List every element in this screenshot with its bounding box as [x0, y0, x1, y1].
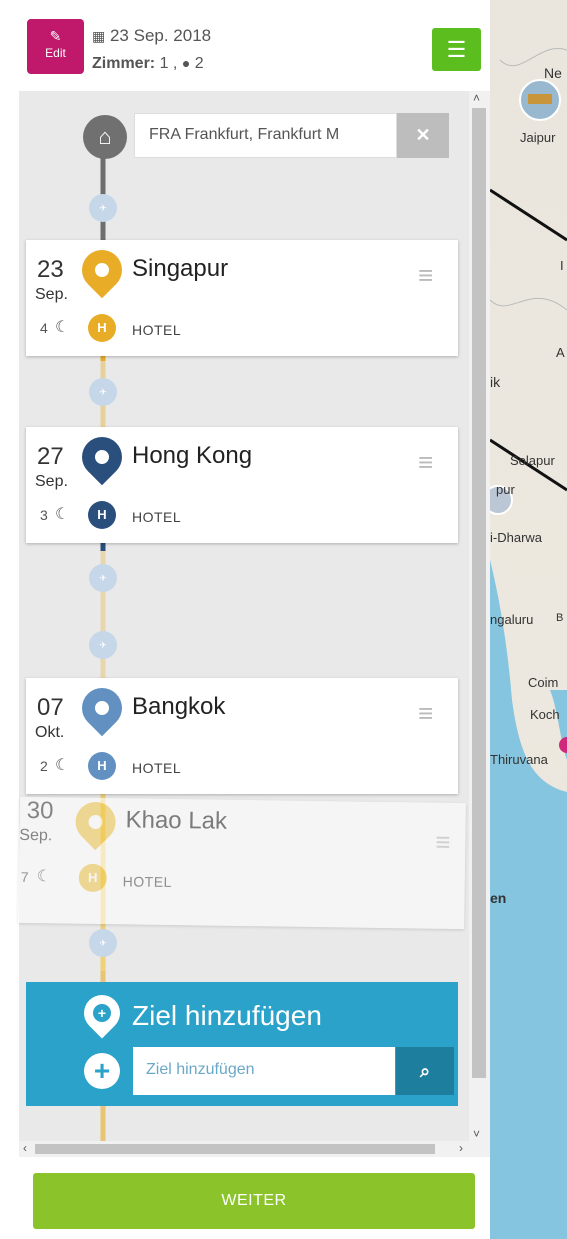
moon-icon: ☾ [55, 319, 70, 336]
stop-day: 30 [26, 796, 54, 825]
plus-icon[interactable]: + [84, 1053, 120, 1089]
person-icon: ● [181, 55, 191, 71]
moon-icon: ☾ [55, 506, 70, 523]
drag-handle-icon[interactable]: ≡ [435, 827, 451, 858]
scroll-down-icon[interactable]: ˅ [473, 1127, 480, 1141]
rooms-label: Zimmer: [92, 55, 156, 72]
moon-icon: ☾ [36, 868, 52, 886]
hotel-label[interactable]: HOTEL [132, 322, 181, 338]
hotel-icon: H [78, 863, 107, 893]
rooms-value: 1 , [159, 55, 178, 72]
flight-icon: ✈ [89, 378, 117, 406]
search-button[interactable]: ⌕ [396, 1047, 454, 1095]
trip-header: ✎ Edit ▦ 23 Sep. 2018 Zimmer: 1 , ● 2 ☰ [0, 0, 490, 90]
hotel-icon: H [88, 314, 116, 342]
map-label: pur [496, 482, 515, 497]
drag-handle-icon[interactable]: ≡ [418, 447, 433, 478]
location-pin-icon [67, 793, 124, 851]
pencil-icon: ✎ [49, 28, 62, 44]
flight-icon: ✈ [89, 564, 117, 592]
flight-icon: ✈ [89, 194, 117, 222]
destination-input[interactable]: Ziel hinzufügen [133, 1047, 395, 1095]
scroll-left-icon[interactable]: ‹ [23, 1141, 27, 1155]
location-pin-icon [73, 241, 131, 299]
origin-input[interactable]: FRA Frankfurt, Frankfurt M [134, 113, 397, 158]
map-label: i-Dharwa [490, 530, 543, 545]
hotel-icon: H [88, 752, 116, 780]
stop-day: 23 [37, 256, 64, 283]
stop-city[interactable]: Bangkok [132, 693, 225, 721]
map-view[interactable]: Ne Jaipur Solapur pur i-Dharwa ngaluru B… [490, 0, 567, 1239]
map-label: ik [490, 374, 501, 390]
stop-month: Sep. [35, 286, 68, 303]
hotel-icon: H [88, 501, 116, 529]
edit-label: Edit [45, 46, 66, 60]
vertical-scrollbar[interactable]: ˄ ˅ [469, 91, 490, 1157]
map-label: I [560, 258, 564, 273]
map-label: Solapur [510, 453, 555, 468]
stop-month: Sep. [19, 826, 53, 845]
location-pin-icon [73, 428, 131, 486]
stop-nights: 3 [40, 507, 48, 523]
search-icon: ⌕ [419, 1061, 431, 1081]
calendar-icon: ▦ [92, 28, 106, 44]
map-label: Ne [544, 65, 562, 81]
stop-month: Okt. [35, 724, 65, 741]
stop-nights: 7 [20, 868, 29, 886]
rooms-info: Zimmer: 1 , ● 2 [92, 55, 204, 73]
scroll-right-icon[interactable]: › [459, 1141, 463, 1155]
drag-handle-icon[interactable]: ≡ [418, 698, 433, 729]
map-label: ngaluru [490, 612, 534, 627]
list-icon: ☰ [446, 37, 467, 62]
scroll-thumb[interactable] [472, 108, 486, 1078]
scroll-thumb[interactable] [35, 1144, 435, 1154]
map-label: B [556, 612, 564, 624]
map-label: Jaipur [520, 130, 556, 145]
trip-date: ▦ 23 Sep. 2018 [92, 26, 211, 46]
location-pin-icon [73, 679, 131, 737]
stop-city[interactable]: Hong Kong [132, 442, 252, 470]
persons-count: 2 [194, 55, 204, 72]
stop-city[interactable]: Khao Lak [125, 806, 227, 835]
edit-button[interactable]: ✎ Edit [27, 19, 84, 74]
map-label: Coim [528, 675, 559, 690]
map-label: en [490, 890, 507, 906]
moon-icon: ☾ [55, 757, 70, 774]
hotel-label[interactable]: HOTEL [123, 873, 172, 890]
continue-button[interactable]: WEITER [33, 1173, 475, 1229]
stop-month: Sep. [35, 473, 68, 490]
drag-handle-icon[interactable]: ≡ [418, 260, 433, 291]
stop-city[interactable]: Singapur [132, 255, 228, 283]
clear-origin-button[interactable]: ✕ [397, 113, 449, 158]
hotel-label[interactable]: HOTEL [132, 760, 181, 776]
map-label: Thiruvana [490, 752, 548, 767]
stop-card-dragging[interactable]: 30 Sep. Khao Lak 7 ☾ H HOTEL ≡ [18, 793, 466, 930]
map-label: Koch [530, 707, 560, 722]
stop-nights: 2 [40, 758, 48, 774]
stop-card[interactable]: 23 Sep. Singapur 4 ☾ H HOTEL ≡ [26, 240, 458, 356]
hotel-label[interactable]: HOTEL [132, 509, 181, 525]
trip-date-value: 23 Sep. 2018 [109, 26, 212, 45]
flight-icon: ✈ [89, 929, 117, 957]
stop-card[interactable]: 07 Okt. Bangkok 2 ☾ H HOTEL ≡ [26, 678, 458, 794]
stop-day: 07 [37, 694, 64, 721]
add-destination-title: Ziel hinzufügen [132, 1000, 322, 1031]
scroll-up-icon[interactable]: ˄ [473, 91, 480, 105]
flight-icon: ✈ [89, 631, 117, 659]
stop-nights: 4 [40, 320, 48, 336]
map-label: A [556, 345, 565, 360]
home-icon: ⌂ [83, 115, 127, 159]
horizontal-scrollbar[interactable]: ‹ › [19, 1141, 469, 1157]
stop-day: 27 [37, 443, 64, 470]
stop-card[interactable]: 27 Sep. Hong Kong 3 ☾ H HOTEL ≡ [26, 427, 458, 543]
list-view-button[interactable]: ☰ [432, 28, 481, 71]
